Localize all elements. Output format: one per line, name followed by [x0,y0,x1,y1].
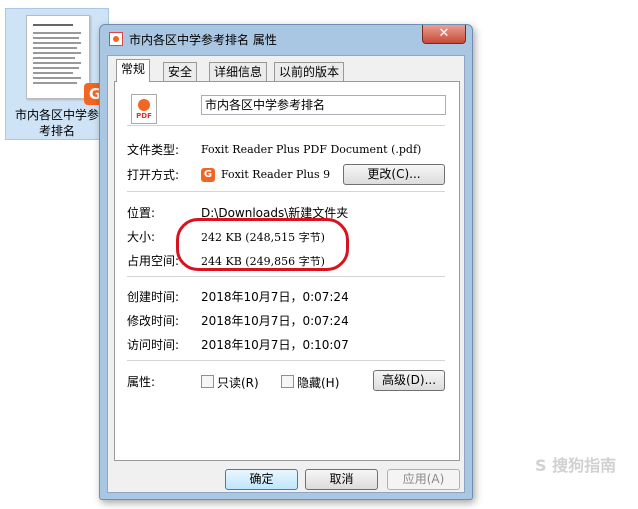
created-value: 2018年10月7日，0:07:24 [201,290,349,304]
apply-button[interactable]: 应用(A) [387,469,460,490]
hidden-checkbox[interactable] [281,375,294,388]
pdf-thumbnail [26,15,90,99]
file-name-line2: 考排名 [38,124,75,138]
file-name-field[interactable]: 市内各区中学参考排名 [201,95,446,115]
pdf-document-icon: PDF [131,94,157,124]
advanced-button[interactable]: 高级(D)... [373,370,445,391]
divider [127,191,445,192]
open-with-value: Foxit Reader Plus 9 [221,168,331,181]
size-on-disk-label: 占用空间: [127,254,180,268]
file-name-line1: 市内各区中学参 [14,108,99,122]
hidden-label: 隐藏(H) [297,376,340,390]
divider [127,276,445,277]
accessed-value: 2018年10月7日，0:10:07 [201,338,349,352]
divider [127,125,445,126]
foxit-app-icon: G [201,168,215,182]
divider [127,360,445,361]
pdf-file-icon [109,32,123,46]
readonly-label: 只读(R) [217,376,259,390]
dialog-title: 市内各区中学参考排名 属性 [129,33,277,47]
attributes-label: 属性: [127,375,156,389]
size-label: 大小: [127,230,156,244]
title-bar[interactable]: 市内各区中学参考排名 属性 ✕ [100,25,472,51]
change-button[interactable]: 更改(C)... [343,164,445,185]
close-button[interactable]: ✕ [422,25,466,44]
tab-details[interactable]: 详细信息 [209,62,268,81]
general-panel: PDF 市内各区中学参考排名 文件类型: Foxit Reader Plus P… [114,81,460,461]
modified-value: 2018年10月7日，0:07:24 [201,314,349,328]
dialog-client: 常规 安全 详细信息 以前的版本 PDF 市内各区中学参考排名 文件类型: Fo… [107,55,465,493]
watermark: S 搜狗指南 [535,456,617,475]
file-type-value: Foxit Reader Plus PDF Document (.pdf) [201,143,422,156]
readonly-checkbox[interactable] [201,375,214,388]
desktop-file-icon[interactable]: G 市内各区中学参 考排名 [5,8,109,140]
tab-security[interactable]: 安全 [163,62,198,81]
accessed-label: 访问时间: [127,338,180,352]
tab-previous-versions[interactable]: 以前的版本 [274,62,345,81]
file-type-label: 文件类型: [127,143,180,157]
tab-general[interactable]: 常规 [116,59,151,82]
modified-label: 修改时间: [127,314,180,328]
cancel-button[interactable]: 取消 [305,469,378,490]
open-with-label: 打开方式: [127,168,180,182]
ok-button[interactable]: 确定 [225,469,298,490]
location-label: 位置: [127,206,156,220]
highlight-ring [176,218,349,271]
desktop-file-name: 市内各区中学参 考排名 [6,107,108,139]
created-label: 创建时间: [127,290,180,304]
